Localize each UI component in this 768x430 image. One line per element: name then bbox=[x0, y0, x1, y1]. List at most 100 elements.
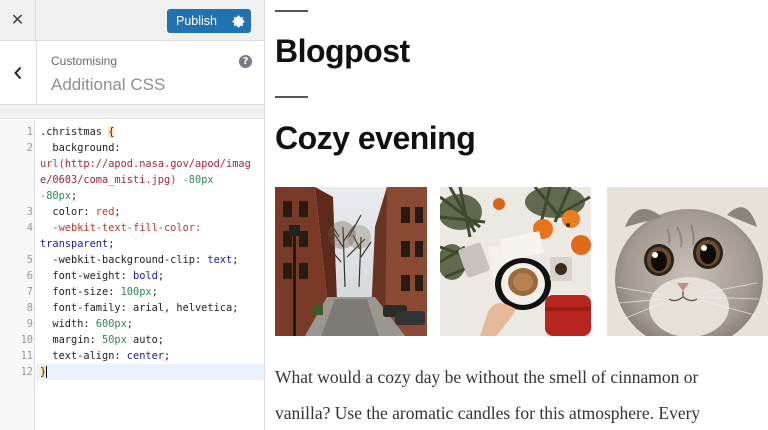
code-text: url(http://apod.nasa.gov/apod/imag bbox=[40, 156, 251, 172]
close-customizer-button[interactable]: ✕ bbox=[0, 0, 36, 40]
code-token: text bbox=[207, 254, 233, 266]
code-token: -webkit-background-clip: bbox=[40, 254, 208, 266]
css-code-editor[interactable]: 1 .christmas {2 background: url(http://apo… bbox=[0, 120, 264, 430]
code-text: font-size: 100px; bbox=[40, 284, 158, 300]
publish-button[interactable]: Publish bbox=[167, 9, 225, 33]
code-token: url( bbox=[40, 158, 65, 170]
code-token: text-align: bbox=[40, 350, 127, 362]
code-token: transparent bbox=[40, 238, 109, 250]
section-header: Customising Additional CSS ? bbox=[0, 41, 264, 105]
code-line[interactable]: 11 text-align: center; bbox=[0, 348, 264, 364]
customizer-sidebar: ✕ Publish Customising Additional CSS ? 1… bbox=[0, 0, 265, 430]
code-token: ; bbox=[232, 254, 239, 266]
line-number: 8 bbox=[26, 302, 33, 314]
code-token: ) bbox=[170, 174, 183, 186]
code-line[interactable]: 5 -webkit-background-clip: text; bbox=[0, 252, 264, 268]
code-text: e/0603/coma_misti.jpg) -80px bbox=[40, 172, 214, 188]
code-text: } bbox=[40, 364, 48, 380]
code-token: -80px bbox=[182, 174, 214, 186]
line-number: 6 bbox=[26, 270, 33, 282]
code-token: ; bbox=[164, 350, 171, 362]
code-line[interactable]: url(http://apod.nasa.gov/apod/imag bbox=[0, 156, 264, 172]
code-text: text-align: center; bbox=[40, 348, 170, 364]
line-number: 3 bbox=[26, 206, 33, 218]
page-heading: Blogpost bbox=[275, 33, 410, 69]
street-photo bbox=[275, 187, 427, 336]
panel-divider bbox=[0, 105, 264, 119]
code-token: 100px bbox=[120, 286, 152, 298]
code-token: ; bbox=[126, 318, 133, 330]
chevron-left-icon bbox=[14, 66, 22, 79]
code-token: font-family: arial, helvetica; bbox=[40, 302, 239, 314]
line-number: 12 bbox=[20, 366, 33, 378]
line-number: 5 bbox=[26, 254, 33, 266]
code-line[interactable]: 6 font-weight: bold; bbox=[0, 268, 264, 284]
code-token: .christmas bbox=[40, 126, 109, 138]
line-number: 10 bbox=[20, 334, 33, 346]
line-number: 7 bbox=[26, 286, 33, 298]
separator-line bbox=[275, 96, 308, 98]
code-token: center bbox=[126, 350, 164, 362]
line-number: 2 bbox=[26, 142, 33, 154]
code-line[interactable]: 12} bbox=[0, 364, 264, 380]
code-text: font-weight: bold; bbox=[40, 268, 164, 284]
close-icon: ✕ bbox=[10, 12, 25, 29]
code-line[interactable]: 7 font-size: 100px; bbox=[0, 284, 264, 300]
code-token: width: bbox=[40, 318, 96, 330]
code-text: .christmas { bbox=[40, 124, 115, 140]
code-token: ; bbox=[71, 190, 78, 202]
code-token: margin: bbox=[40, 334, 102, 346]
code-token: font-size: bbox=[40, 286, 121, 298]
code-token: background: bbox=[40, 142, 121, 154]
code-line[interactable]: 4 -webkit-text-fill-color: bbox=[0, 220, 264, 236]
code-token: ; bbox=[157, 270, 165, 282]
code-token: ; bbox=[151, 286, 158, 298]
publish-button-group: Publish bbox=[167, 9, 251, 33]
code-token: ; bbox=[108, 238, 115, 250]
code-text: margin: 50px auto; bbox=[40, 332, 164, 348]
line-number: 1 bbox=[26, 126, 33, 138]
code-text: font-family: arial, helvetica; bbox=[40, 300, 238, 316]
post-title: Cozy evening bbox=[275, 120, 476, 156]
code-line[interactable]: -80px; bbox=[0, 188, 264, 204]
code-line[interactable]: transparent; bbox=[0, 236, 264, 252]
code-token: 50px bbox=[102, 334, 127, 346]
code-text: -webkit-background-clip: text; bbox=[40, 252, 238, 268]
code-line[interactable]: 3 color: red; bbox=[0, 204, 264, 220]
line-number: 4 bbox=[26, 222, 33, 234]
code-token: color: bbox=[40, 206, 96, 218]
code-line[interactable]: 10 margin: 50px auto; bbox=[0, 332, 264, 348]
code-line[interactable]: e/0603/coma_misti.jpg) -80px bbox=[0, 172, 264, 188]
code-token: font-weight: bbox=[40, 270, 133, 282]
code-line[interactable]: 1 .christmas { bbox=[0, 124, 264, 140]
code-token: auto; bbox=[126, 334, 165, 346]
breadcrumb: Customising bbox=[51, 54, 118, 68]
code-text: width: 600px; bbox=[40, 316, 133, 332]
code-text: background: bbox=[40, 140, 121, 156]
code-token: { bbox=[108, 126, 115, 138]
customizer-header: ✕ Publish bbox=[0, 0, 264, 41]
code-line[interactable]: 2 background: bbox=[0, 140, 264, 156]
coffee-photo bbox=[440, 187, 591, 336]
code-text: color: red; bbox=[40, 204, 121, 220]
code-token: -80px bbox=[40, 190, 71, 202]
line-number: 9 bbox=[26, 318, 33, 330]
back-button[interactable] bbox=[0, 41, 37, 104]
code-text: -webkit-text-fill-color: bbox=[40, 220, 201, 236]
help-icon[interactable]: ? bbox=[239, 55, 252, 68]
post-body-text: What would a cozy day be without the sme… bbox=[275, 367, 701, 423]
code-token: e/0603/coma_misti.jpg bbox=[40, 174, 171, 186]
code-token: -webkit-text-fill-color: bbox=[40, 222, 202, 234]
code-line[interactable]: 9 width: 600px; bbox=[0, 316, 264, 332]
site-preview: Blogpost Cozy evening What would a cozy … bbox=[265, 0, 768, 430]
gear-icon bbox=[232, 15, 244, 27]
section-title: Additional CSS bbox=[51, 75, 166, 94]
text-cursor bbox=[46, 366, 48, 378]
code-text: -80px; bbox=[40, 188, 77, 204]
publish-settings-button[interactable] bbox=[225, 9, 251, 33]
code-token: bold bbox=[133, 270, 158, 282]
code-token: ; bbox=[114, 206, 121, 218]
code-line[interactable]: 8 font-family: arial, helvetica; bbox=[0, 300, 264, 316]
code-text: transparent; bbox=[40, 236, 114, 252]
line-number: 11 bbox=[20, 350, 33, 362]
